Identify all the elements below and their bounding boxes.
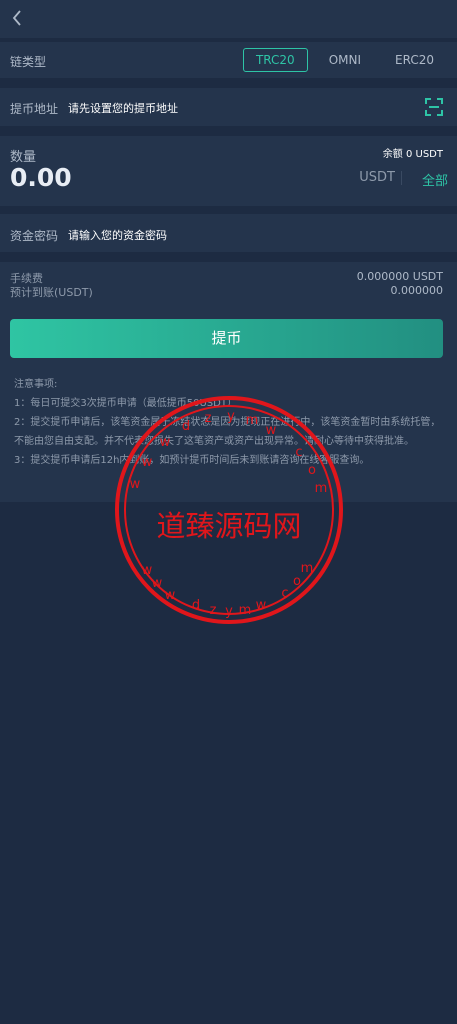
fund-password-row[interactable]: 资金密码 请输入您的资金密码 (0, 214, 457, 252)
fund-password-input[interactable]: 请输入您的资金密码 (68, 227, 167, 243)
chain-option-erc20[interactable]: ERC20 (382, 48, 447, 72)
svg-text:m: m (239, 603, 252, 618)
chain-option-omni[interactable]: OMNI (316, 48, 374, 72)
svg-text:w: w (142, 455, 153, 470)
svg-text:z: z (210, 603, 217, 618)
notes-title: 注意事项: (14, 379, 58, 390)
top-bar (0, 0, 457, 38)
chain-type-label: 链类型 (10, 55, 47, 69)
svg-text:z: z (205, 411, 212, 426)
svg-text:w: w (130, 477, 141, 492)
svg-text:w: w (266, 423, 277, 438)
back-chevron-icon[interactable] (8, 8, 28, 28)
watermark-stamp: 道臻源码网 w w w d z y m w c o m w w w d z y … (115, 396, 343, 624)
svg-text:d: d (192, 598, 200, 613)
withdraw-address-label: 提币地址 (10, 102, 59, 116)
svg-text:o: o (293, 574, 301, 589)
withdraw-address-value[interactable]: 请先设置您的提币地址 (68, 100, 178, 116)
watermark-text: 道臻源码网 (156, 509, 301, 543)
svg-text:m: m (246, 413, 259, 428)
amount-row: 数量 余额 0 USDT 0.00 USDT 全部 (0, 136, 457, 206)
unit-divider (401, 171, 402, 185)
svg-text:m: m (315, 481, 328, 496)
svg-text:w: w (160, 435, 171, 450)
svg-text:y: y (225, 604, 233, 619)
arrival-label: 预计到账(USDT) (10, 286, 93, 299)
svg-text:c: c (295, 445, 302, 460)
chain-type-row: 链类型 TRC20 OMNI ERC20 (0, 42, 457, 78)
all-button[interactable]: 全部 (422, 170, 448, 189)
amount-unit: USDT (359, 170, 395, 185)
svg-text:w: w (152, 576, 163, 591)
chain-option-trc20[interactable]: TRC20 (242, 48, 308, 72)
svg-text:o: o (308, 463, 316, 478)
svg-text:c: c (281, 586, 288, 601)
svg-text:d: d (182, 419, 190, 434)
arrival-value: 0.000000 (390, 284, 444, 297)
fund-password-label: 资金密码 (10, 229, 59, 243)
svg-text:y: y (227, 409, 235, 424)
svg-text:m: m (301, 561, 314, 576)
balance-text: 余额 0 USDT (382, 149, 443, 160)
svg-text:w: w (165, 588, 176, 603)
amount-input[interactable]: 0.00 (10, 163, 72, 192)
scan-icon[interactable] (424, 97, 444, 117)
withdraw-submit-button[interactable]: 提币 (10, 319, 443, 358)
chain-options: TRC20 OMNI ERC20 (242, 48, 447, 72)
arrival-row: 预计到账(USDT) 0.000000 (10, 284, 443, 300)
withdraw-address-row[interactable]: 提币地址 请先设置您的提币地址 (0, 88, 457, 126)
fee-value: 0.000000 USDT (356, 270, 443, 283)
svg-text:w: w (256, 598, 267, 613)
